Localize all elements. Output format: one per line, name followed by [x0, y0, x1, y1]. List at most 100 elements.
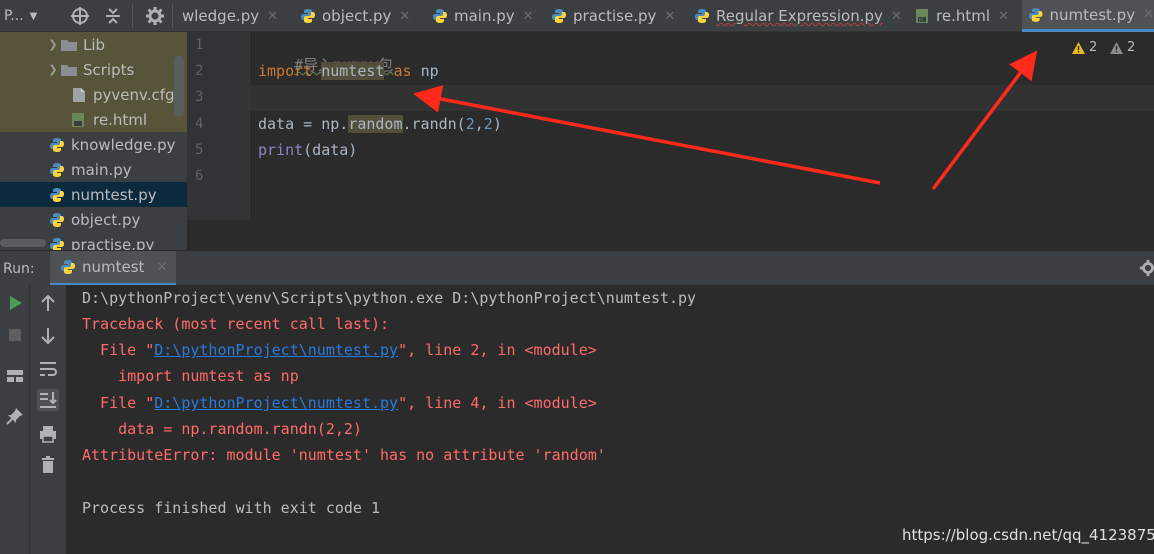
run-toolbar-primary — [0, 285, 30, 554]
close-icon[interactable]: ✕ — [1143, 7, 1154, 22]
locate-target-icon[interactable] — [70, 6, 90, 26]
tab-numtest-py[interactable]: numtest.py ✕ — [1022, 0, 1154, 32]
close-icon[interactable]: ✕ — [664, 9, 675, 24]
project-tree: ❯ Lib ❯ Scripts pyvenv.cfg re.html knowl… — [0, 32, 187, 250]
close-icon[interactable]: ✕ — [891, 9, 902, 24]
tree-item-re-html[interactable]: re.html — [0, 107, 187, 132]
tab-knowledge-py[interactable]: wledge.py ✕ — [176, 0, 278, 32]
svg-text:H: H — [919, 18, 923, 24]
code-line-5: print(data) — [258, 141, 357, 159]
console-traceback: Traceback (most recent call last): — [82, 315, 390, 333]
tree-item-object-py[interactable]: object.py — [0, 207, 187, 232]
python-file-icon — [50, 187, 64, 202]
tab-regular-expression-py[interactable]: Regular Expression.py ✕ — [688, 0, 902, 32]
file-link[interactable]: D:\pythonProject\numtest.py — [154, 394, 398, 412]
folder-icon — [61, 39, 77, 51]
tree-scrollbar[interactable] — [174, 56, 184, 116]
run-console[interactable]: D:\pythonProject\venv\Scripts\python.exe… — [67, 285, 1154, 554]
close-icon[interactable]: ✕ — [267, 9, 278, 24]
python-file-icon — [50, 137, 64, 152]
tree-item-pyvenv-cfg[interactable]: pyvenv.cfg — [0, 82, 187, 107]
python-file-icon — [50, 212, 64, 227]
text-file-icon — [73, 87, 85, 102]
python-file-icon — [1028, 7, 1043, 22]
html-file-icon: H — [916, 9, 928, 24]
project-view-label: P... — [4, 8, 24, 24]
line-number: 6 — [195, 168, 204, 184]
close-icon[interactable]: ✕ — [399, 9, 410, 24]
project-view-selector[interactable]: P... ▼ — [4, 0, 60, 32]
tab-label: wledge.py — [182, 7, 260, 25]
code-line-4: data = np.random.randn(2,2) — [258, 115, 502, 133]
tab-practise-py[interactable]: practise.py ✕ — [545, 0, 675, 32]
warning-indicator[interactable]: 2 — [1072, 40, 1097, 55]
code-text: data = np. — [258, 115, 349, 133]
close-icon[interactable]: ✕ — [156, 260, 167, 275]
arrow-down-icon[interactable] — [37, 325, 59, 347]
line-number: 4 — [195, 116, 204, 132]
tree-item-label: re.html — [93, 110, 148, 129]
line-number: 2 — [195, 63, 204, 79]
code-text: , — [474, 115, 484, 133]
code-line-2: import numtest as np — [258, 62, 439, 80]
python-file-icon — [552, 9, 566, 23]
stop-icon[interactable] — [4, 324, 26, 346]
print-icon[interactable] — [37, 423, 59, 445]
code-editor[interactable]: #导入numpy包 import numtest as np data = np… — [250, 32, 1154, 220]
tree-item-label: Lib — [83, 35, 106, 54]
builtin-print: print — [258, 141, 304, 159]
console-text: ", line 4, in <module> — [398, 394, 597, 412]
trash-icon[interactable] — [37, 454, 59, 476]
chevron-down-icon: ▼ — [29, 10, 38, 22]
python-file-icon — [301, 9, 315, 23]
warning-count: 2 — [1089, 40, 1098, 55]
warning-icon — [1072, 41, 1085, 54]
collapse-all-icon[interactable] — [103, 6, 123, 26]
gear-icon[interactable] — [1139, 259, 1154, 277]
chevron-right-icon[interactable]: ❯ — [46, 63, 60, 76]
console-error: AttributeError: module 'numtest' has no … — [82, 446, 606, 464]
editor-tab-bar: P... ▼ wledge.py ✕ object.py ✕ main.py ✕… — [0, 0, 1154, 32]
tree-horizontal-scrollbar[interactable] — [0, 239, 46, 247]
console-code-line: import numtest as np — [82, 367, 299, 385]
layout-icon[interactable] — [4, 365, 26, 387]
tree-item-numtest-py[interactable]: numtest.py — [0, 182, 187, 207]
tab-label: object.py — [322, 7, 392, 25]
pin-icon[interactable] — [4, 405, 26, 427]
close-icon[interactable]: ✕ — [523, 9, 534, 24]
file-link[interactable]: D:\pythonProject\numtest.py — [154, 341, 398, 359]
console-exit-status: Process finished with exit code 1 — [82, 499, 381, 517]
tab-re-html[interactable]: H re.html ✕ — [908, 0, 1009, 32]
run-tab-numtest[interactable]: numtest ✕ — [50, 251, 176, 286]
tree-item-knowledge-py[interactable]: knowledge.py — [0, 132, 187, 157]
code-text: .randn( — [402, 115, 466, 133]
scroll-to-end-icon[interactable] — [37, 389, 59, 411]
python-file-icon — [50, 162, 64, 177]
chevron-right-icon[interactable]: ❯ — [46, 38, 60, 51]
tree-item-lib[interactable]: ❯ Lib — [0, 32, 187, 57]
tree-item-label: knowledge.py — [71, 135, 176, 154]
arrow-up-icon[interactable] — [37, 292, 59, 314]
line-number: 1 — [195, 37, 204, 53]
gear-icon[interactable] — [145, 6, 165, 26]
soft-wrap-icon[interactable] — [37, 358, 59, 380]
console-file-line: File "D:\pythonProject\numtest.py", line… — [82, 394, 597, 412]
tab-object-py[interactable]: object.py ✕ — [294, 0, 410, 32]
console-file-line: File "D:\pythonProject\numtest.py", line… — [82, 341, 597, 359]
python-file-icon — [50, 237, 64, 250]
python-file-icon — [61, 260, 75, 274]
console-text: File " — [82, 341, 155, 359]
weak-warning-indicator[interactable]: 2 — [1110, 40, 1135, 55]
warning-count: 2 — [1127, 40, 1136, 55]
tab-main-py[interactable]: main.py ✕ — [426, 0, 534, 32]
rerun-icon[interactable] — [4, 292, 26, 314]
tab-label: practise.py — [573, 7, 657, 25]
tree-item-label: practise.py — [71, 235, 155, 251]
python-file-icon — [433, 9, 447, 23]
tree-item-scripts[interactable]: ❯ Scripts — [0, 57, 187, 82]
close-icon[interactable]: ✕ — [998, 9, 1009, 24]
editor-empty-area — [187, 220, 1154, 250]
tree-item-main-py[interactable]: main.py — [0, 157, 187, 182]
run-toolbar-secondary — [30, 285, 67, 554]
line-number: 5 — [195, 142, 204, 158]
